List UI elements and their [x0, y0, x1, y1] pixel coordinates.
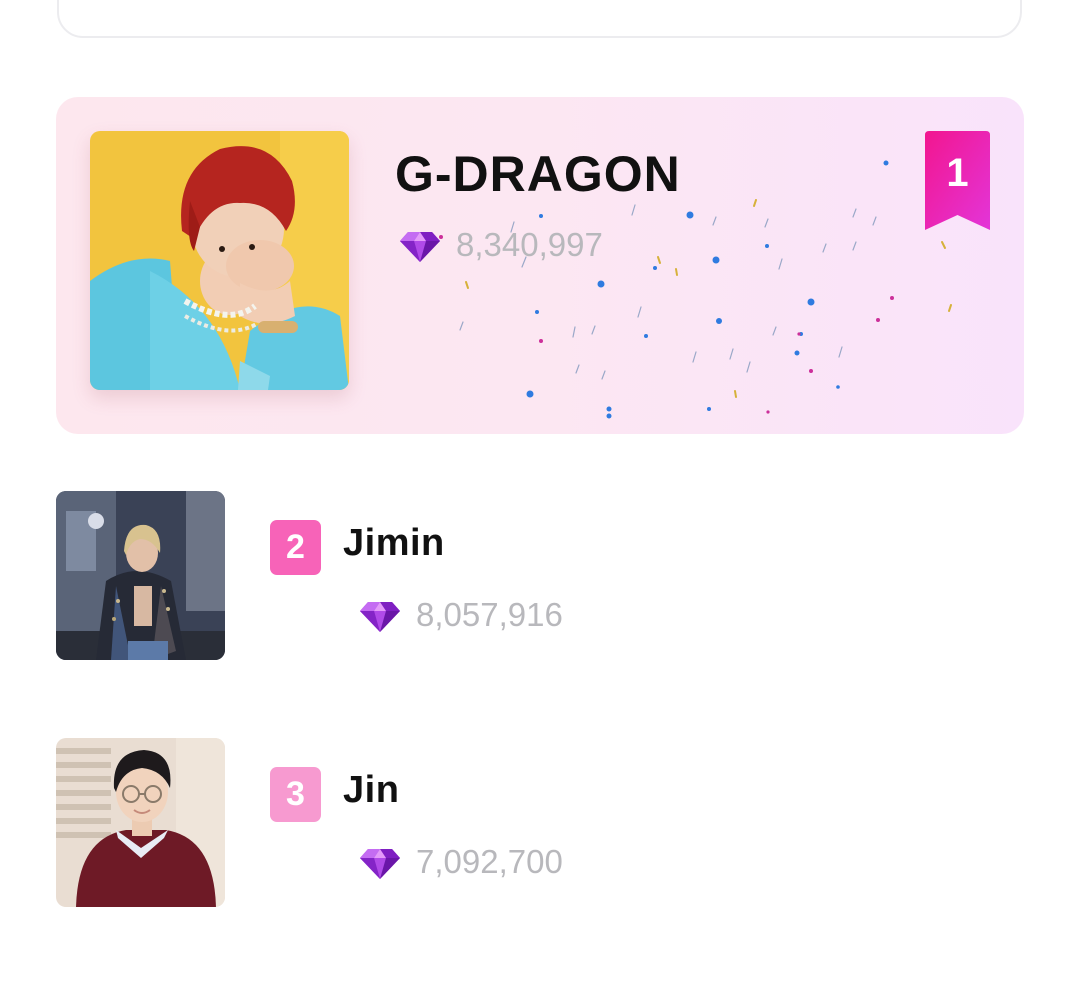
previous-card: [57, 0, 1022, 38]
rank-1-name: G-DRAGON: [395, 146, 681, 202]
artist-photo-g-dragon[interactable]: [90, 131, 349, 390]
rank-1-votes: 8,340,997: [400, 225, 603, 265]
diamond-gem-icon: [360, 602, 400, 632]
rank-3-votes: 7,092,700: [360, 842, 563, 882]
rank-3-vote-count: 7,092,700: [416, 843, 563, 880]
rank-1-vote-count: 8,340,997: [456, 226, 603, 263]
rank-3-row[interactable]: 3 Jin 7,092,700: [56, 738, 1024, 907]
g-dragon-portrait-icon: [90, 131, 349, 390]
jin-portrait-icon: [56, 738, 225, 907]
artist-photo-jin[interactable]: [56, 738, 225, 907]
jimin-portrait-icon: [56, 491, 225, 660]
rank-3-name: Jin: [343, 769, 400, 811]
diamond-gem-icon: [360, 849, 400, 879]
rank-2-row[interactable]: 2 Jimin 8,057,916: [56, 491, 1024, 660]
rank-2-badge: 2: [270, 520, 321, 575]
rank-2-name: Jimin: [343, 522, 445, 564]
artist-photo-jimin[interactable]: [56, 491, 225, 660]
diamond-gem-icon: [400, 232, 440, 262]
rank-2-votes: 8,057,916: [360, 595, 563, 635]
rank-1-number: 1: [946, 151, 969, 195]
rank-1-card[interactable]: G-DRAGON 8,340,997 1: [56, 97, 1024, 434]
rank-3-badge: 3: [270, 767, 321, 822]
rank-2-vote-count: 8,057,916: [416, 596, 563, 633]
rank-1-ribbon: 1: [925, 131, 990, 232]
